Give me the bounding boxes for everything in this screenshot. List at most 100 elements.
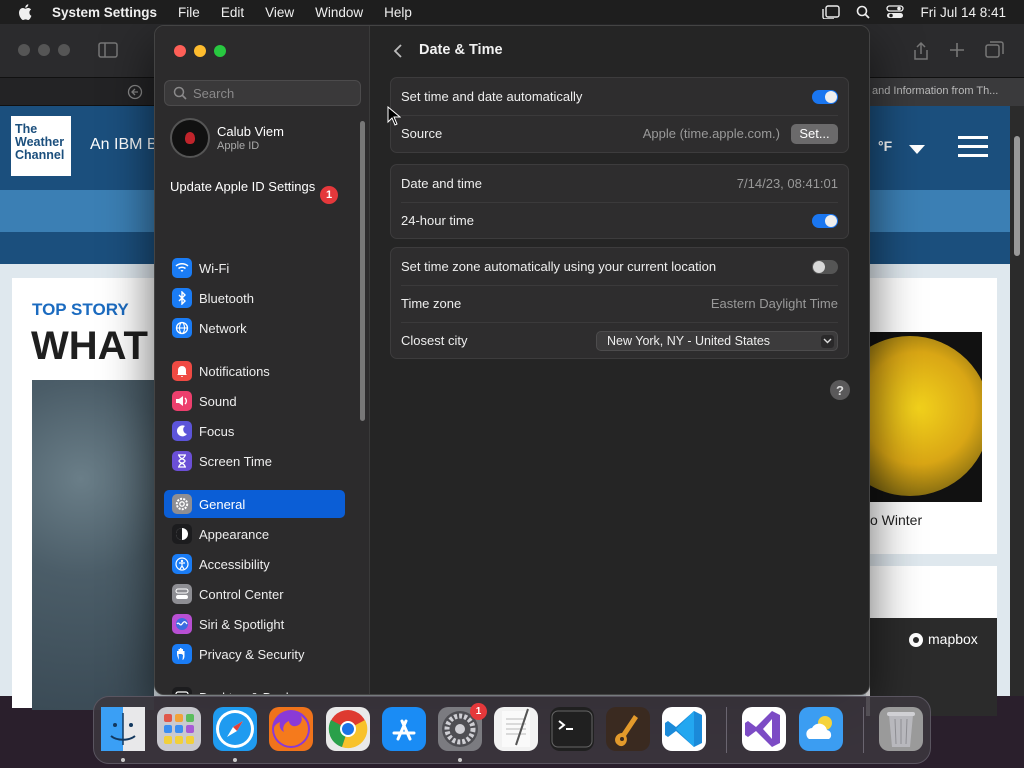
menu-edit[interactable]: Edit bbox=[221, 5, 244, 20]
search-input[interactable] bbox=[193, 85, 353, 101]
vscode-icon[interactable] bbox=[662, 707, 706, 751]
hamburger-menu-icon[interactable] bbox=[958, 136, 988, 163]
sidebar-item-privacy-security[interactable]: Privacy & Security bbox=[164, 640, 345, 668]
sidebar-item-desktop-dock[interactable]: Desktop & Dock bbox=[164, 683, 345, 694]
sidebar-item-label: Network bbox=[199, 320, 247, 336]
sidebar-item-siri-spotlight[interactable]: Siri & Spotlight bbox=[164, 610, 345, 638]
hour24-toggle[interactable] bbox=[812, 213, 838, 228]
firefox-icon[interactable] bbox=[269, 707, 313, 751]
close-window-button[interactable] bbox=[174, 45, 186, 57]
apple-menu-icon[interactable] bbox=[18, 4, 38, 20]
article-card[interactable]: o Winter bbox=[866, 278, 997, 554]
sidebar-item-label: Privacy & Security bbox=[199, 646, 305, 662]
mouse-cursor-icon bbox=[387, 106, 401, 126]
zoom-window-button[interactable] bbox=[214, 45, 226, 57]
safari-tab[interactable]: and Information from Th... bbox=[866, 78, 1024, 106]
timezone-label: Time zone bbox=[401, 296, 462, 311]
weather-channel-logo[interactable]: The Weather Channel bbox=[11, 116, 71, 176]
textedit-icon[interactable] bbox=[494, 707, 538, 751]
sidebar-item-control-center[interactable]: Control Center bbox=[164, 580, 345, 608]
sidebar-item-notifications[interactable]: Notifications bbox=[164, 357, 345, 385]
moon-icon bbox=[172, 421, 192, 441]
globe-icon bbox=[172, 318, 192, 338]
control-center-icon[interactable] bbox=[886, 5, 905, 19]
visual-studio-icon[interactable] bbox=[742, 707, 786, 751]
browser-scrollbar[interactable] bbox=[1010, 106, 1024, 696]
unit-selector[interactable]: °F bbox=[878, 138, 892, 154]
menu-view[interactable]: View bbox=[265, 5, 294, 20]
update-apple-id-item[interactable]: Update Apple ID Settings bbox=[170, 179, 345, 195]
auto-tz-label: Set time zone automatically using your c… bbox=[401, 259, 717, 274]
sidebar-item-wi-fi[interactable]: Wi-Fi bbox=[164, 254, 345, 282]
sidebar-item-label: Wi-Fi bbox=[199, 260, 230, 276]
help-button[interactable]: ? bbox=[830, 380, 850, 400]
accessibility-icon bbox=[172, 554, 192, 574]
hour24-row: 24-hour time bbox=[391, 202, 848, 239]
article-caption[interactable]: o Winter bbox=[870, 512, 922, 528]
sidebar-item-accessibility[interactable]: Accessibility bbox=[164, 550, 345, 578]
app-store-icon[interactable] bbox=[382, 707, 426, 751]
sidebar-item-screen-time[interactable]: Screen Time bbox=[164, 447, 345, 475]
menu-file[interactable]: File bbox=[178, 5, 200, 20]
menu-help[interactable]: Help bbox=[384, 5, 412, 20]
running-indicator bbox=[121, 758, 125, 762]
set-source-button[interactable]: Set... bbox=[791, 123, 838, 144]
back-chevron-icon[interactable] bbox=[390, 43, 406, 59]
safari-traffic-lights bbox=[18, 44, 70, 56]
apple-id-account[interactable]: Calub Viem Apple ID bbox=[170, 118, 284, 158]
sidebar-toggle-icon[interactable] bbox=[98, 42, 118, 58]
menubar-clock[interactable]: Fri Jul 14 8:41 bbox=[920, 5, 1006, 20]
chrome-icon[interactable] bbox=[326, 707, 370, 751]
dock-icon bbox=[172, 687, 192, 694]
user-name: Calub Viem bbox=[217, 124, 284, 139]
stage-manager-icon[interactable] bbox=[822, 5, 841, 19]
sidebar-item-general[interactable]: General bbox=[164, 490, 345, 518]
update-badge: 1 bbox=[320, 186, 338, 204]
sidebar-item-label: Control Center bbox=[199, 586, 284, 602]
dock-separator bbox=[726, 707, 727, 753]
auto-tz-row: Set time zone automatically using your c… bbox=[391, 248, 848, 285]
sidebar-item-appearance[interactable]: Appearance bbox=[164, 520, 345, 548]
menu-window[interactable]: Window bbox=[315, 5, 363, 20]
source-row: Source Apple (time.apple.com.) Set... bbox=[391, 115, 848, 152]
spotlight-search-icon[interactable] bbox=[856, 5, 871, 19]
trash-icon[interactable] bbox=[879, 707, 923, 751]
safari-icon[interactable] bbox=[213, 707, 257, 751]
bell-icon bbox=[172, 361, 192, 381]
weather-icon[interactable] bbox=[799, 707, 843, 751]
settings-content: Date & Time Set time and date automatica… bbox=[370, 26, 869, 694]
sidebar-item-label: Notifications bbox=[199, 363, 270, 379]
launchpad-icon[interactable] bbox=[157, 707, 201, 751]
sidebar-item-label: Screen Time bbox=[199, 453, 272, 469]
finder-icon[interactable] bbox=[101, 707, 145, 751]
closest-city-select[interactable]: New York, NY - United States bbox=[596, 330, 838, 351]
control-center-icon bbox=[172, 584, 192, 604]
map-card[interactable]: mapbox bbox=[866, 566, 997, 716]
settings-sidebar: Calub Viem Apple ID Update Apple ID Sett… bbox=[155, 26, 370, 694]
reload-icon[interactable] bbox=[127, 84, 143, 100]
sidebar-item-network[interactable]: Network bbox=[164, 314, 345, 342]
garageband-icon[interactable] bbox=[606, 707, 650, 751]
search-field[interactable] bbox=[164, 80, 361, 106]
globe-image bbox=[870, 332, 982, 502]
auto-tz-toggle[interactable] bbox=[812, 259, 838, 274]
sidebar-item-focus[interactable]: Focus bbox=[164, 417, 345, 445]
terminal-icon[interactable] bbox=[550, 707, 594, 751]
menu-app-name[interactable]: System Settings bbox=[52, 5, 157, 20]
avatar bbox=[170, 118, 210, 158]
new-tab-icon[interactable] bbox=[949, 42, 965, 58]
unit-dropdown-icon[interactable] bbox=[909, 145, 925, 154]
auto-time-toggle[interactable] bbox=[812, 89, 838, 104]
share-icon[interactable] bbox=[912, 41, 930, 61]
hand-icon bbox=[172, 644, 192, 664]
tab-overview-icon[interactable] bbox=[985, 41, 1005, 59]
headline[interactable]: WHAT bbox=[31, 324, 148, 369]
minimize-window-button[interactable] bbox=[194, 45, 206, 57]
sidebar-scrollbar[interactable] bbox=[360, 121, 365, 421]
sidebar-item-sound[interactable]: Sound bbox=[164, 387, 345, 415]
sidebar-item-bluetooth[interactable]: Bluetooth bbox=[164, 284, 345, 312]
mapbox-logo-icon bbox=[909, 633, 923, 647]
ibm-tagline: An IBM B bbox=[90, 136, 158, 153]
time-zone-group: Set time zone automatically using your c… bbox=[390, 247, 849, 359]
top-story-card[interactable]: TOP STORY WHAT bbox=[12, 278, 154, 710]
